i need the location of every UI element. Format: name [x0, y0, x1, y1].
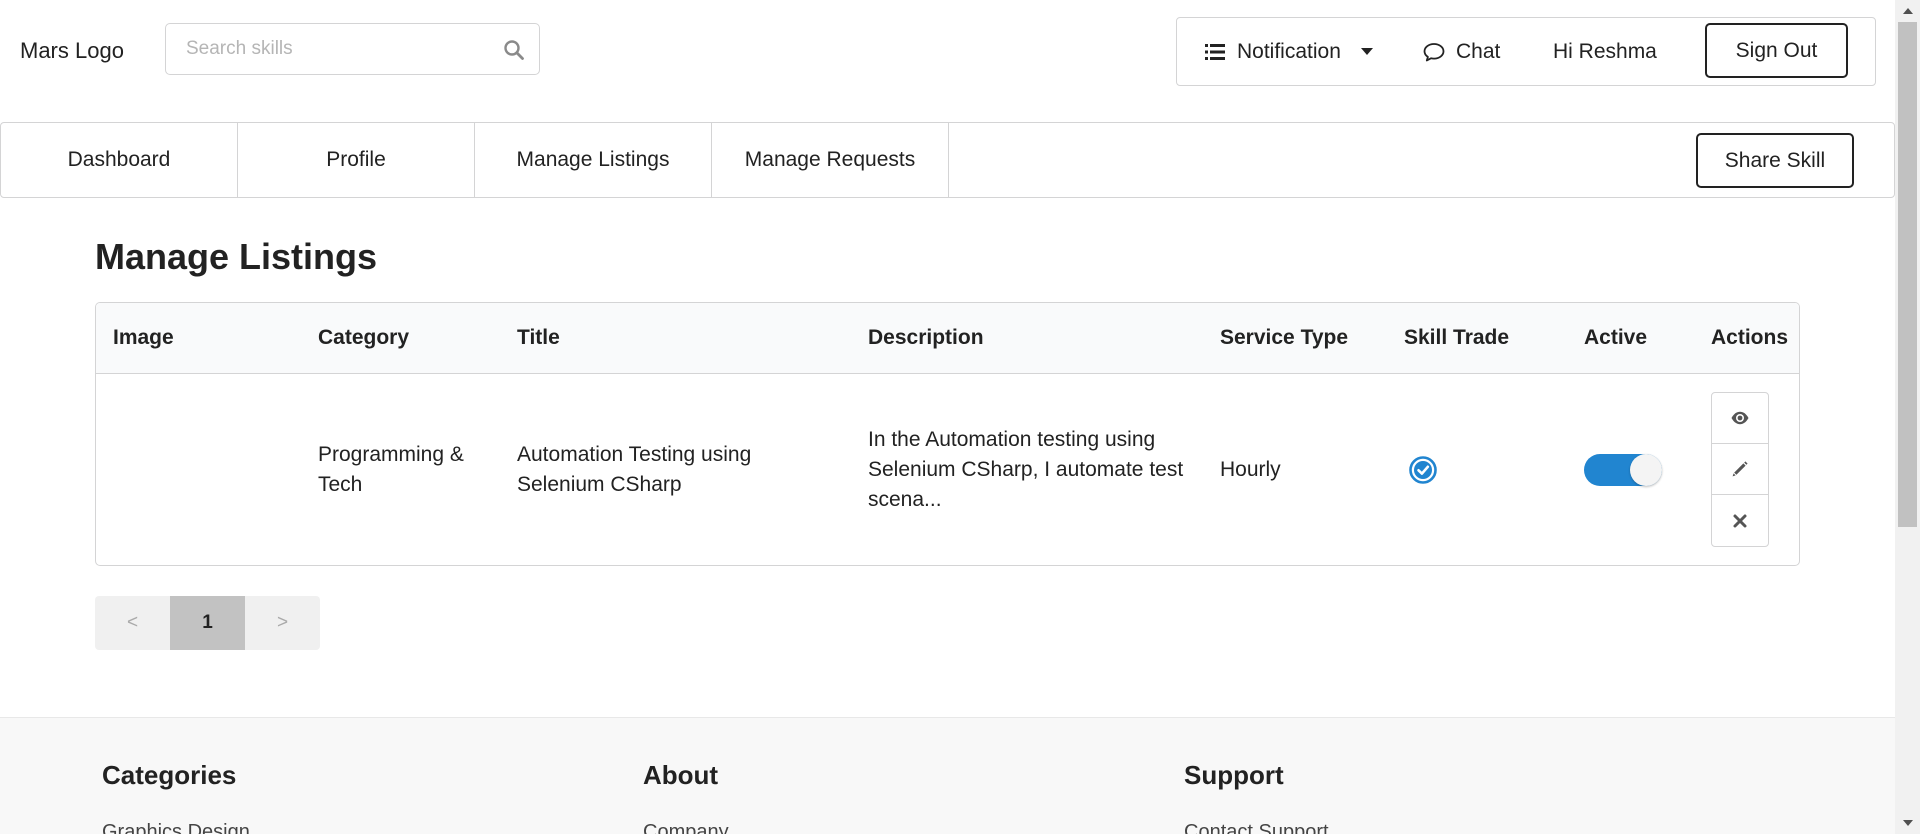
close-icon: [1733, 514, 1747, 527]
footer-link[interactable]: Graphics Design: [102, 821, 250, 834]
column-header-skill-trade: Skill Trade: [1404, 326, 1510, 349]
notification-label: Notification: [1237, 39, 1341, 63]
chat-label: Chat: [1456, 39, 1501, 63]
column-header-description: Description: [868, 326, 984, 349]
tab-manage-requests[interactable]: Manage Requests: [712, 123, 949, 197]
page-1-button[interactable]: 1: [170, 596, 245, 650]
listing-image-cell: [113, 374, 303, 565]
page: Mars Logo Notification: [0, 0, 1895, 834]
toggle-knob: [1630, 453, 1662, 486]
column-header-actions: Actions: [1711, 326, 1789, 349]
list-icon: [1205, 43, 1225, 60]
pagination: < 1 >: [95, 596, 320, 650]
chat-link[interactable]: Chat: [1422, 18, 1500, 85]
previous-page-button[interactable]: <: [95, 596, 170, 650]
table-header: Image Category Title Description Service…: [96, 303, 1799, 374]
listing-title: Automation Testing using Selenium CSharp: [517, 442, 752, 496]
listing-skill-trade-cell: [1408, 374, 1468, 565]
search-icon[interactable]: [503, 39, 525, 61]
tab-dashboard[interactable]: Dashboard: [1, 123, 238, 197]
actions-button-group: [1711, 392, 1769, 547]
scrollbar-thumb[interactable]: [1898, 22, 1917, 527]
column-header-title: Title: [517, 326, 560, 349]
active-toggle[interactable]: [1584, 453, 1662, 486]
view-button[interactable]: [1712, 393, 1768, 444]
delete-button[interactable]: [1712, 495, 1768, 546]
footer-link[interactable]: Contact Support: [1184, 821, 1329, 834]
column-header-category: Category: [318, 326, 410, 349]
footer-heading-about: About: [643, 760, 719, 790]
scroll-up-arrow[interactable]: [1895, 0, 1920, 22]
edit-button[interactable]: [1712, 444, 1768, 495]
table-row: Programming & Tech Automation Testing us…: [96, 374, 1799, 565]
check-circle-icon: [1409, 455, 1437, 484]
search-box: [165, 23, 540, 75]
tab-profile[interactable]: Profile: [238, 123, 475, 197]
user-greeting[interactable]: Hi Reshma: [1553, 18, 1657, 85]
column-header-service-type: Service Type: [1220, 326, 1349, 349]
pencil-icon: [1732, 461, 1748, 477]
scroll-down-arrow[interactable]: [1895, 812, 1920, 834]
column-header-active: Active: [1584, 326, 1648, 349]
share-skill-button[interactable]: Share Skill: [1696, 133, 1854, 188]
chat-icon: [1423, 42, 1445, 61]
column-header-image: Image: [113, 326, 174, 349]
footer-link[interactable]: Company: [643, 821, 729, 834]
listing-active-cell: [1584, 374, 1694, 565]
top-menu: Notification Chat Hi Reshma Sign Out: [1176, 17, 1876, 86]
next-page-button[interactable]: >: [245, 596, 320, 650]
footer-heading-support: Support: [1184, 760, 1284, 790]
listings-table: Image Category Title Description Service…: [95, 302, 1800, 566]
footer-heading-categories: Categories: [102, 760, 237, 790]
listing-category: Programming & Tech: [318, 442, 464, 496]
logo[interactable]: Mars Logo: [20, 38, 124, 64]
vertical-scrollbar[interactable]: [1895, 0, 1920, 834]
listing-service-type: Hourly: [1220, 457, 1281, 481]
sign-out-button[interactable]: Sign Out: [1705, 23, 1848, 78]
nav-tabs: Dashboard Profile Manage Listings Manage…: [0, 122, 1895, 198]
footer: Categories Graphics Design About Company…: [0, 717, 1895, 834]
triangle-down-icon: [1902, 820, 1913, 826]
page-title: Manage Listings: [95, 236, 378, 277]
caret-down-icon: [1360, 47, 1373, 55]
search-input[interactable]: [166, 24, 486, 74]
tab-manage-listings[interactable]: Manage Listings: [475, 123, 712, 197]
top-header: Mars Logo Notification: [0, 0, 1895, 104]
listing-description: In the Automation testing using Selenium…: [868, 427, 1184, 511]
triangle-up-icon: [1902, 8, 1913, 14]
eye-icon: [1731, 411, 1749, 425]
notification-dropdown[interactable]: Notification: [1205, 18, 1373, 85]
